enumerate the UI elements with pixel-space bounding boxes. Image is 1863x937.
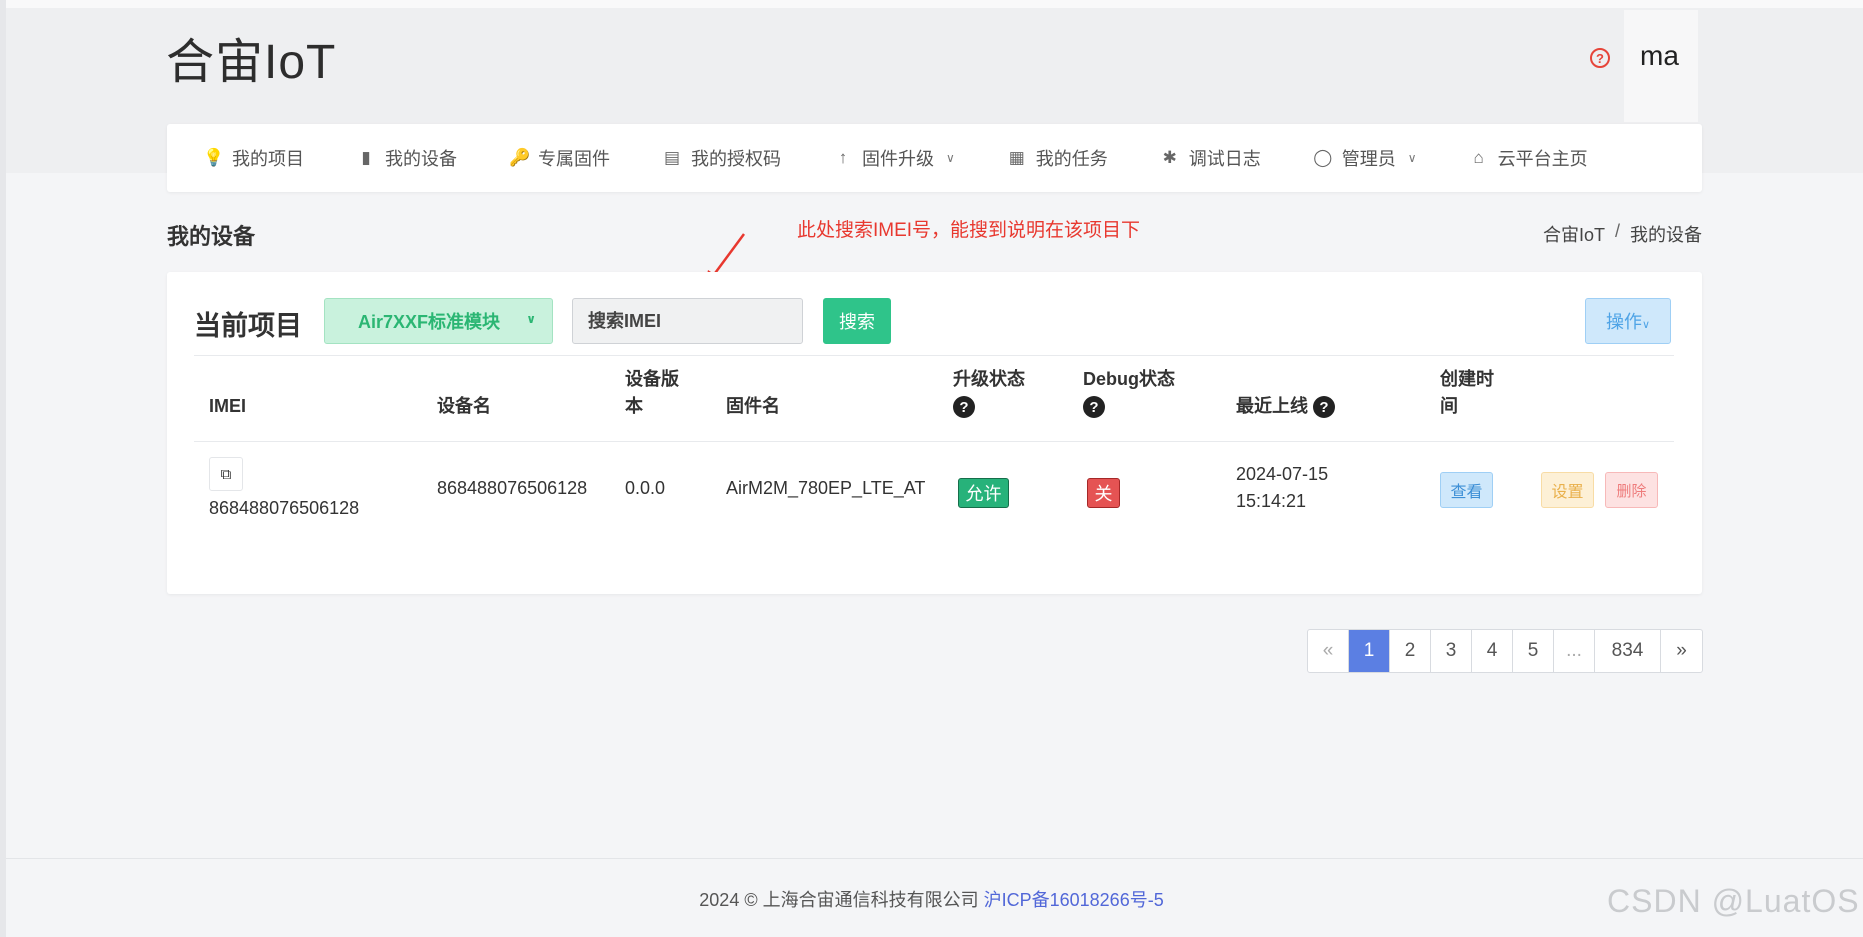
- nav-label: 管理员: [1341, 149, 1396, 169]
- watermark: CSDN @LuatOS: [1607, 883, 1860, 919]
- col-header-debug-label: Debug状态: [1083, 369, 1175, 389]
- footer-divider: [6, 858, 1863, 859]
- operations-label: 操作: [1605, 312, 1642, 332]
- nav-item-upgrade[interactable]: ↑ 固件升级 ∨: [833, 145, 955, 171]
- page: 合宙IoT ? ma 💡 我的项目 ▮ 我的设备 🔑 专属固件 ▤ 我的授权码 …: [0, 0, 1863, 937]
- help-icon[interactable]: ?: [1590, 48, 1610, 68]
- table-divider: [194, 355, 1674, 356]
- home-icon: ⌂: [1473, 148, 1484, 167]
- col-header-upgrade: 升级状态 ?: [953, 366, 1025, 420]
- col-header-last-online-label: 最近上线: [1236, 396, 1308, 416]
- nav-label: 调试日志: [1188, 149, 1261, 169]
- col-header-name: 设备名: [437, 396, 491, 416]
- cell-last-online: 2024-07-15 15:14:21: [1236, 461, 1328, 515]
- main-nav: 💡 我的项目 ▮ 我的设备 🔑 专属固件 ▤ 我的授权码 ↑ 固件升级 ∨ ▦ …: [167, 124, 1702, 192]
- pagination: « 1 2 3 4 5 ... 834 »: [1307, 629, 1703, 673]
- nav-item-admin[interactable]: ◯ 管理员 ∨: [1313, 145, 1417, 171]
- nav-label: 我的设备: [385, 149, 457, 169]
- breadcrumb: 合宙IoT / 我的设备: [1543, 221, 1702, 247]
- col-header-firmware: 固件名: [726, 396, 780, 416]
- device-card: 当前项目 Air7XXF标准模块 ∨ 搜索 操作∨ IMEI 设备名 设备版 本…: [167, 272, 1702, 594]
- project-label: 当前项目: [194, 311, 302, 341]
- nav-label: 固件升级: [862, 149, 934, 169]
- pagination-page[interactable]: 3: [1431, 630, 1472, 672]
- pagination-ellipsis: ...: [1554, 630, 1595, 672]
- pagination-page[interactable]: 2: [1390, 630, 1431, 672]
- user-name[interactable]: ma: [1640, 40, 1679, 72]
- key-icon: 🔑: [509, 148, 531, 167]
- chevron-down-icon: ∨: [946, 151, 955, 165]
- upgrade-status-badge[interactable]: 允许: [958, 478, 1009, 508]
- chip-icon: ▮: [361, 148, 371, 167]
- nav-label: 专属固件: [538, 149, 610, 169]
- nav-label: 我的授权码: [691, 149, 781, 169]
- col-header-version-line1: 设备版: [625, 369, 679, 389]
- col-header-version-line2: 本: [625, 396, 643, 416]
- nav-item-projects[interactable]: 💡 我的项目: [203, 145, 304, 171]
- cell-version: 0.0.0: [625, 478, 666, 498]
- pagination-page[interactable]: 4: [1472, 630, 1513, 672]
- user-icon: ◯: [1313, 148, 1333, 167]
- question-circle-icon[interactable]: ?: [1083, 396, 1105, 419]
- nav-item-devices[interactable]: ▮ 我的设备: [356, 145, 457, 171]
- chevron-down-icon: ∨: [1641, 319, 1651, 331]
- chevron-down-icon: ∨: [526, 312, 536, 326]
- chevron-down-icon: ∨: [1407, 151, 1417, 165]
- arrow-up-icon: ↑: [838, 148, 848, 167]
- pagination-prev[interactable]: «: [1308, 630, 1349, 672]
- table-divider: [194, 441, 1674, 442]
- footer-copyright: 2024 © 上海合宙通信科技有限公司: [699, 890, 979, 910]
- col-header-upgrade-label: 升级状态: [953, 369, 1025, 389]
- question-circle-icon[interactable]: ?: [953, 396, 975, 419]
- settings-button[interactable]: 设置: [1541, 472, 1594, 508]
- id-card-icon: ▤: [663, 148, 681, 167]
- breadcrumb-separator: /: [1614, 221, 1620, 241]
- project-select-value: Air7XXF标准模块: [358, 312, 501, 332]
- col-header-last-online: 最近上线 ?: [1236, 393, 1336, 420]
- col-header-created-line2: 间: [1440, 396, 1458, 416]
- calendar-icon: ▦: [1008, 148, 1025, 167]
- nav-item-debug-log[interactable]: ✱ 调试日志: [1160, 145, 1261, 171]
- nav-label: 我的项目: [232, 149, 304, 169]
- pagination-last-page[interactable]: 834: [1595, 630, 1661, 672]
- footer-icp-link[interactable]: 沪ICP备16018266号-5: [984, 890, 1164, 910]
- search-button[interactable]: 搜索: [823, 298, 891, 344]
- delete-button[interactable]: 删除: [1605, 472, 1658, 508]
- annotation-text: 此处搜索IMEI号，能搜到说明在该项目下: [797, 220, 1141, 241]
- cell-imei: 868488076506128: [209, 498, 360, 518]
- brand-logo[interactable]: 合宙IoT: [166, 22, 336, 92]
- cell-device-name: 868488076506128: [437, 478, 588, 498]
- nav-item-tasks[interactable]: ▦ 我的任务: [1007, 145, 1108, 171]
- footer: 2024 © 上海合宙通信科技有限公司 沪ICP备16018266号-5: [0, 886, 1863, 912]
- breadcrumb-home[interactable]: 合宙IoT: [1543, 221, 1605, 247]
- nav-item-home[interactable]: ⌂ 云平台主页: [1469, 145, 1588, 171]
- breadcrumb-current: 我的设备: [1630, 225, 1702, 245]
- project-select[interactable]: Air7XXF标准模块 ∨: [324, 298, 553, 344]
- col-header-version: 设备版 本: [625, 366, 679, 420]
- nav-item-license[interactable]: ▤ 我的授权码: [662, 145, 781, 171]
- col-header-imei: IMEI: [209, 396, 247, 416]
- col-header-created-line1: 创建时: [1440, 369, 1494, 389]
- nav-label: 我的任务: [1035, 149, 1108, 169]
- col-header-created: 创建时 间: [1440, 366, 1494, 420]
- copy-icon[interactable]: ⧉: [209, 457, 243, 491]
- nav-label: 云平台主页: [1497, 149, 1588, 169]
- cell-firmware: AirM2M_780EP_LTE_AT: [726, 478, 926, 498]
- pagination-page[interactable]: 5: [1513, 630, 1554, 672]
- view-button[interactable]: 查看: [1440, 472, 1493, 508]
- page-title: 我的设备: [167, 224, 256, 249]
- bug-icon: ✱: [1162, 148, 1177, 167]
- col-header-debug: Debug状态 ?: [1083, 366, 1175, 420]
- left-edge: [0, 0, 6, 937]
- question-circle-icon[interactable]: ?: [1313, 396, 1336, 419]
- search-imei-input[interactable]: [572, 298, 803, 344]
- debug-status-badge[interactable]: 关: [1087, 478, 1120, 508]
- pagination-page[interactable]: 1: [1349, 630, 1390, 672]
- pagination-next[interactable]: »: [1661, 630, 1702, 672]
- cell-last-online-date: 2024-07-15: [1236, 464, 1329, 484]
- nav-item-firmware[interactable]: 🔑 专属固件: [509, 145, 610, 171]
- cell-last-online-time: 15:14:21: [1236, 491, 1307, 511]
- operations-button[interactable]: 操作∨: [1585, 298, 1671, 344]
- lightbulb-icon: 💡: [203, 148, 225, 167]
